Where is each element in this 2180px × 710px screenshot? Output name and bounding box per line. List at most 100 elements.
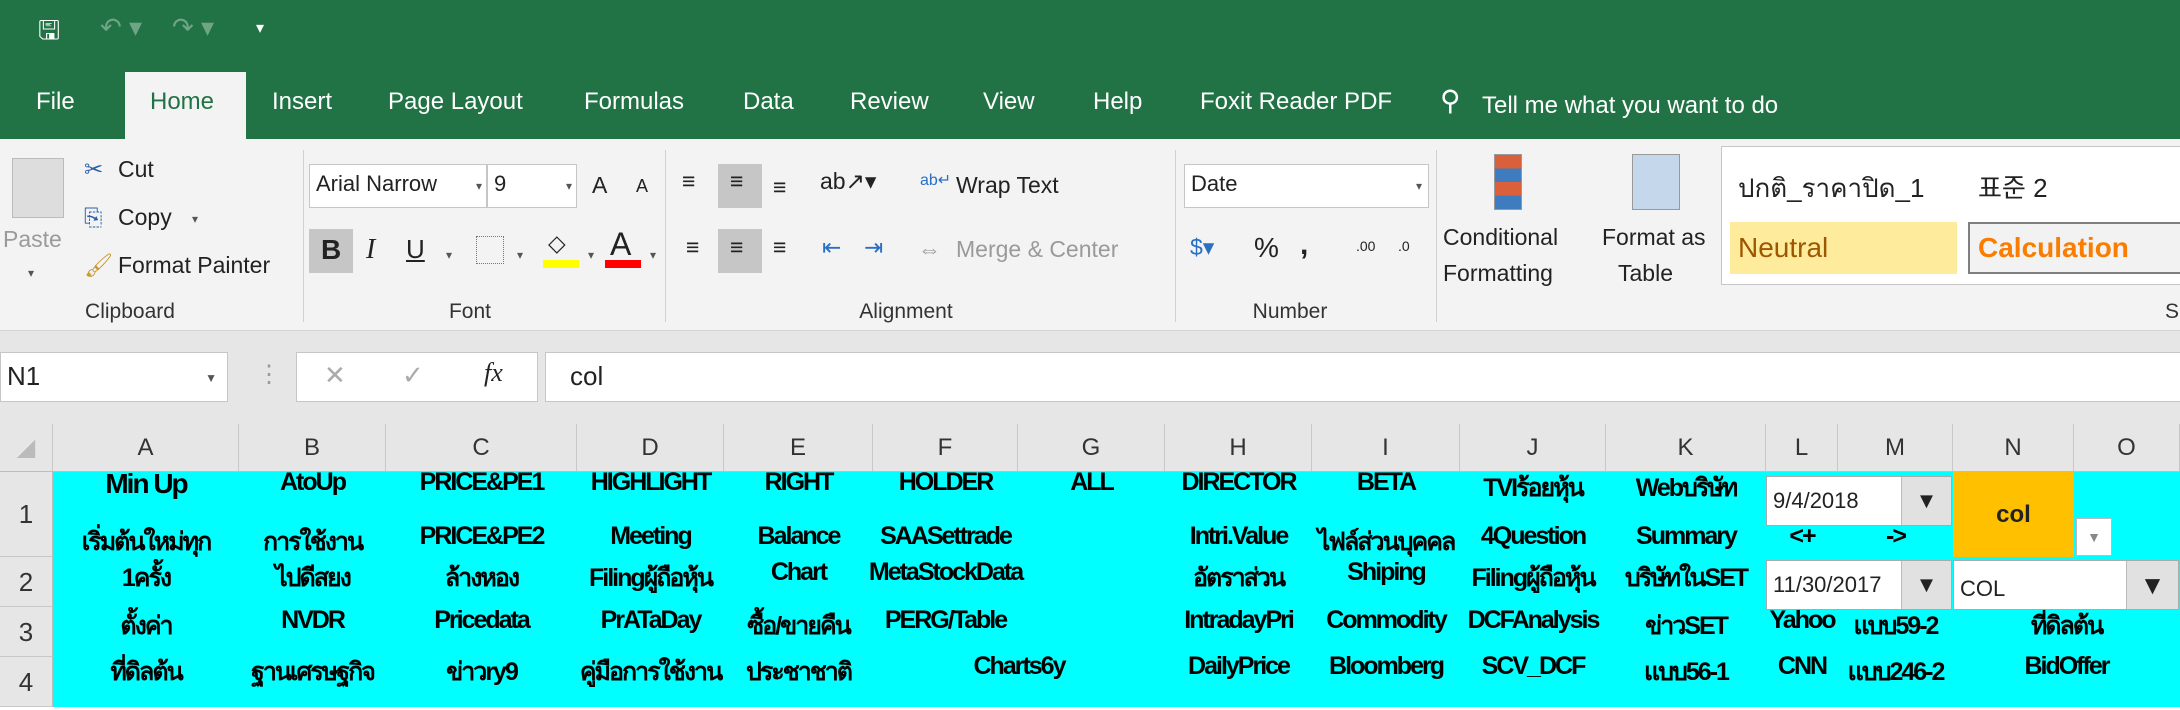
align-center-icon[interactable]: ≡: [730, 234, 743, 261]
column-header-n[interactable]: N: [1953, 424, 2074, 471]
align-bottom-icon[interactable]: ≡: [773, 174, 786, 201]
tab-review[interactable]: Review: [850, 88, 929, 116]
merge-center-button[interactable]: Merge & Center: [956, 236, 1118, 263]
copy-dropdown-icon[interactable]: ▾: [192, 212, 198, 226]
cell-link-l[interactable]: <+: [1789, 522, 1816, 551]
format-as-table-line2[interactable]: Table: [1618, 260, 1673, 287]
tab-page-layout[interactable]: Page Layout: [388, 88, 523, 116]
column-header-e[interactable]: E: [724, 424, 873, 471]
style-item-2[interactable]: 표준 2: [1978, 168, 2048, 205]
cell-link-k[interactable]: แบบ56-1: [1644, 652, 1730, 692]
cell-link-k[interactable]: ข่าวSET: [1645, 606, 1729, 646]
cell-link-i[interactable]: ไฟล์ส่วนบุคคล: [1318, 522, 1457, 562]
row-header-4[interactable]: 4: [0, 657, 53, 707]
cell-link-a[interactable]: เริ่มต้นใหม่ทุก: [82, 522, 213, 562]
cell-link-m[interactable]: แบบ246-2: [1848, 652, 1946, 692]
format-painter-button[interactable]: Format Painter: [118, 252, 270, 279]
copy-button[interactable]: Copy: [118, 204, 172, 231]
cell-link-j[interactable]: 4Question: [1481, 522, 1587, 551]
conditional-formatting-line1[interactable]: Conditional: [1443, 224, 1558, 251]
insert-function-icon[interactable]: fx: [484, 358, 503, 388]
cell-link-e[interactable]: Chart: [771, 558, 828, 587]
cell-link-e[interactable]: Balance: [758, 522, 842, 551]
font-color-dropdown-icon[interactable]: ▾: [650, 248, 656, 262]
italic-button[interactable]: I: [366, 234, 375, 266]
format-as-table-line1[interactable]: Format as: [1602, 224, 1706, 251]
borders-icon[interactable]: [476, 236, 504, 264]
cell-link-c[interactable]: ล้างหอง: [445, 558, 520, 598]
tab-help[interactable]: Help: [1093, 88, 1142, 116]
cell-link-e[interactable]: ประชาชาติ: [746, 652, 853, 692]
cell-link-a[interactable]: ที่ดิลต้น: [110, 652, 183, 692]
cell-link-d[interactable]: PrATaDay: [601, 606, 703, 635]
conditional-formatting-line2[interactable]: Formatting: [1443, 260, 1553, 287]
tab-home[interactable]: Home: [150, 88, 214, 116]
chevron-down-icon[interactable]: ▼: [2126, 561, 2178, 609]
customize-icon[interactable]: ▾: [256, 18, 264, 38]
cell-link-b[interactable]: AtoUp: [280, 468, 347, 497]
date-dropdown-2[interactable]: 11/30/2017 ▼: [1766, 560, 1952, 610]
cell-link-j[interactable]: SCV_DCF: [1482, 652, 1587, 681]
tab-data[interactable]: Data: [743, 88, 794, 116]
row-header-3[interactable]: 3: [0, 607, 53, 657]
cell-link-a[interactable]: ตั้งค่า: [120, 606, 173, 646]
cell-link-k[interactable]: Webบริษัท: [1636, 468, 1739, 508]
decrease-decimal-button[interactable]: .0: [1398, 238, 1410, 254]
cell-link-f[interactable]: HOLDER: [899, 468, 995, 497]
cell-link-f[interactable]: SAASettrade: [880, 522, 1013, 551]
column-header-j[interactable]: J: [1460, 424, 1606, 471]
formula-input[interactable]: col: [545, 352, 2180, 402]
cell-link-i[interactable]: Commodity: [1326, 606, 1447, 635]
borders-dropdown-icon[interactable]: ▾: [517, 248, 523, 262]
increase-decimal-button[interactable]: .00: [1356, 238, 1375, 254]
cell-n1[interactable]: col: [1953, 472, 2074, 557]
wrap-text-button[interactable]: Wrap Text: [956, 172, 1059, 199]
column-header-l[interactable]: L: [1766, 424, 1838, 471]
cell-link-b[interactable]: การใช้งาน: [263, 522, 364, 562]
cell-link-e[interactable]: ซื้อ/ขายคืน: [747, 606, 852, 646]
shrink-font-button[interactable]: A: [636, 176, 648, 197]
cell-link-c[interactable]: ข่าวry9: [446, 652, 519, 692]
row-header-2[interactable]: 2: [0, 557, 53, 607]
decrease-indent-icon[interactable]: ⇤: [822, 234, 841, 261]
column-header-g[interactable]: G: [1018, 424, 1165, 471]
undo-icon[interactable]: ↶ ▾: [100, 12, 142, 43]
paste-icon[interactable]: [12, 158, 64, 218]
paste-button[interactable]: Paste: [3, 226, 62, 253]
select-all-button[interactable]: ◢: [0, 424, 53, 471]
font-color-button[interactable]: A: [610, 226, 631, 263]
cell-link-f[interactable]: MetaStockData: [869, 558, 1024, 587]
column-header-i[interactable]: I: [1312, 424, 1460, 471]
cell-link-f[interactable]: PERG/Table: [885, 606, 1008, 635]
cell-link-k[interactable]: บริษัทในSET: [1625, 558, 1749, 598]
tab-foxit[interactable]: Foxit Reader PDF: [1200, 88, 1392, 116]
cell-link-j[interactable]: TVIร้อยหุ้น: [1483, 468, 1585, 508]
cell-link-c[interactable]: PRICE&PE2: [420, 522, 546, 551]
col-select[interactable]: COL ▼: [1953, 560, 2179, 610]
cut-button[interactable]: Cut: [118, 156, 154, 183]
align-middle-icon[interactable]: ≡: [730, 168, 743, 195]
cell-link-no[interactable]: BidOffer: [2025, 652, 2111, 681]
cell-link-h[interactable]: DIRECTOR: [1181, 468, 1297, 497]
font-size-select[interactable]: 9 ▾: [487, 164, 577, 208]
fill-color-icon[interactable]: ◇: [548, 230, 566, 257]
cell-link-b[interactable]: ไปดีสยง: [275, 558, 352, 598]
cell-link-i[interactable]: BETA: [1357, 468, 1417, 497]
align-top-icon[interactable]: ≡: [682, 168, 695, 195]
cell-link-h[interactable]: อัตราส่วน: [1193, 558, 1286, 598]
column-header-m[interactable]: M: [1838, 424, 1953, 471]
column-header-k[interactable]: K: [1606, 424, 1766, 471]
cell-link-d[interactable]: Filingผู้ถือหุ้น: [589, 558, 714, 598]
tab-file[interactable]: File: [36, 88, 75, 116]
orientation-icon[interactable]: ab↗▾: [820, 168, 876, 195]
fill-dropdown-icon[interactable]: ▾: [588, 248, 594, 262]
comma-button[interactable]: ,: [1300, 228, 1308, 262]
style-calculation[interactable]: Calculation: [1968, 222, 2180, 274]
cell-link-m[interactable]: แบบ59-2: [1854, 606, 1940, 646]
cell-link-d[interactable]: Meeting: [610, 522, 692, 551]
cell-link-l[interactable]: Yahoo: [1769, 606, 1836, 635]
grow-font-button[interactable]: A: [592, 172, 607, 199]
tab-insert[interactable]: Insert: [272, 88, 332, 116]
tab-view[interactable]: View: [983, 88, 1035, 116]
cell-link-c[interactable]: PRICE&PE1: [420, 468, 546, 497]
